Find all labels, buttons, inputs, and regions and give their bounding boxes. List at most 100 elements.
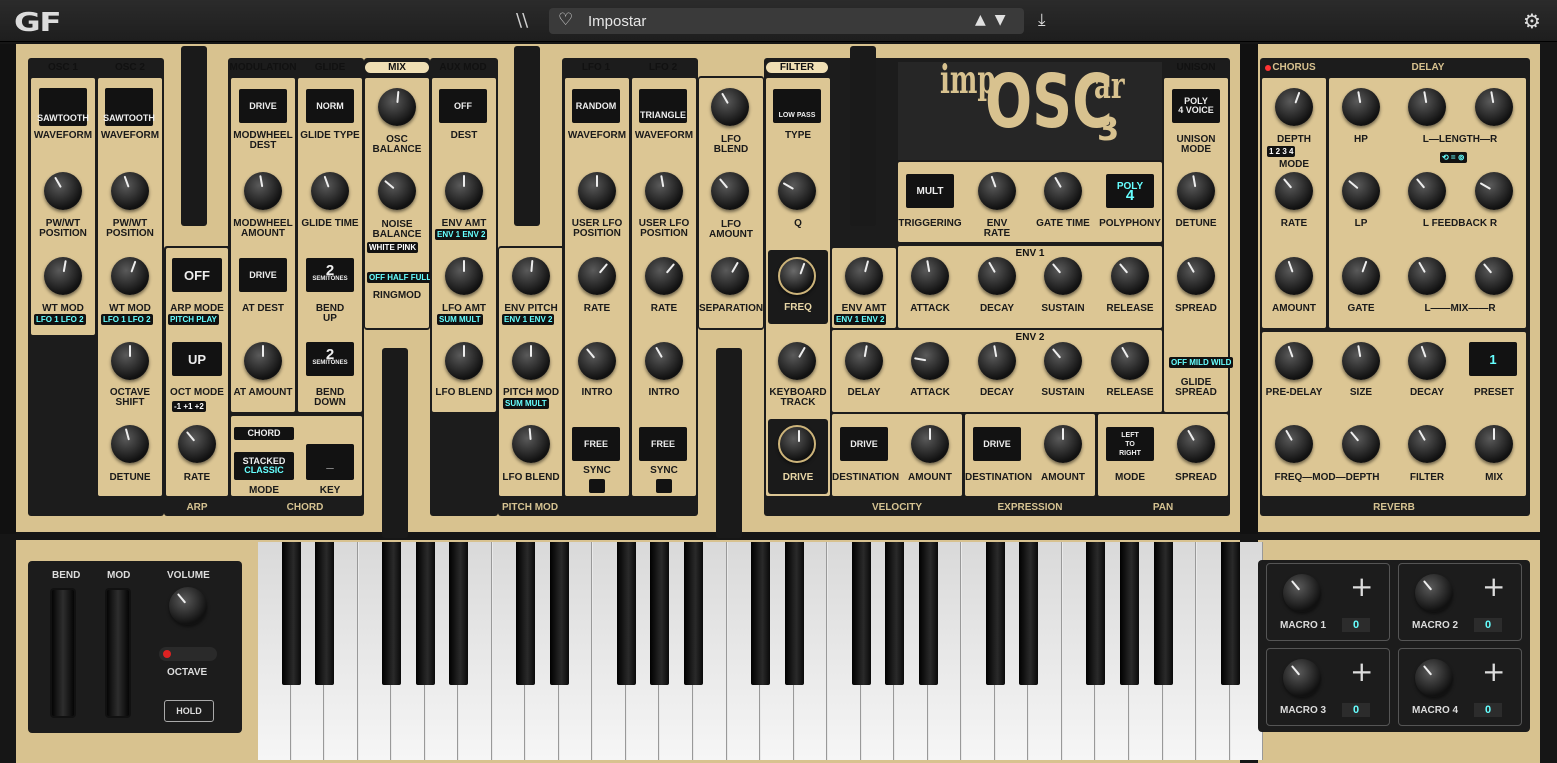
env1-release-knob[interactable]: [1111, 257, 1149, 295]
preset-prev-next-icon[interactable]: ▲▼: [975, 12, 1015, 28]
lfo-blend-knob[interactable]: [711, 88, 749, 126]
piano-keyboard[interactable]: [258, 542, 1264, 760]
pan-spread-knob[interactable]: [1177, 425, 1215, 463]
delay-hp-knob[interactable]: [1342, 88, 1380, 126]
delay-feedback-l-knob[interactable]: [1408, 172, 1446, 210]
lfo1-user-pos-knob[interactable]: [578, 172, 616, 210]
filter-env-tags[interactable]: ENV 1 ENV 2: [834, 314, 887, 325]
macro-1-knob[interactable]: [1283, 574, 1321, 612]
lfo2-intro-knob[interactable]: [645, 342, 683, 380]
pitch-bend-wheel[interactable]: [50, 588, 76, 718]
arp-mode-selector[interactable]: OFF: [172, 258, 222, 292]
env1-attack-knob[interactable]: [911, 257, 949, 295]
reverb-freq-knob[interactable]: [1275, 425, 1313, 463]
delay-mix-r-knob[interactable]: [1475, 257, 1513, 295]
library-icon[interactable]: \\: [516, 10, 534, 31]
osc2-wtmod-tags[interactable]: LFO 1 LFO 2: [101, 314, 153, 325]
black-key[interactable]: [918, 542, 938, 685]
black-key[interactable]: [784, 542, 804, 685]
ringmod-tags[interactable]: OFF HALF FULL: [367, 272, 434, 283]
separation-knob[interactable]: [711, 257, 749, 295]
glide-time-knob[interactable]: [311, 172, 349, 210]
preset-name[interactable]: Impostar: [588, 13, 646, 30]
lfo-amount-knob[interactable]: [711, 172, 749, 210]
black-key[interactable]: [281, 542, 301, 685]
lfo1-waveform-selector[interactable]: RANDOM: [572, 89, 620, 123]
pitch-lfo-blend-knob[interactable]: [512, 425, 550, 463]
unison-detune-knob[interactable]: [1177, 172, 1215, 210]
black-key[interactable]: [751, 542, 771, 685]
noise-balance-knob[interactable]: [378, 172, 416, 210]
lfo2-keysync-icon[interactable]: [656, 479, 672, 493]
black-key[interactable]: [516, 542, 536, 685]
auxmod-lfo-amt-knob[interactable]: [445, 257, 483, 295]
lfo2-user-pos-knob[interactable]: [645, 172, 683, 210]
reverb-decay-knob[interactable]: [1408, 342, 1446, 380]
reverb-predelay-knob[interactable]: [1275, 342, 1313, 380]
arp-oct-selector[interactable]: UP: [172, 342, 222, 376]
osc-balance-knob[interactable]: [378, 88, 416, 126]
osc1-waveform-selector[interactable]: SAWTOOTH: [37, 88, 89, 126]
env-rate-knob[interactable]: [978, 172, 1016, 210]
auxmod-dest-selector[interactable]: OFF: [439, 89, 487, 123]
auxmod-env-tags[interactable]: ENV 1 ENV 2: [435, 229, 488, 240]
delay-gate-knob[interactable]: [1342, 257, 1380, 295]
black-key[interactable]: [382, 542, 402, 685]
chord-key-selector[interactable]: _: [306, 444, 354, 480]
lfo1-sync-selector[interactable]: FREE: [572, 427, 620, 461]
delay-lp-knob[interactable]: [1342, 172, 1380, 210]
gate-time-knob[interactable]: [1044, 172, 1082, 210]
arp-rate-knob[interactable]: [178, 425, 216, 463]
chorus-rate-knob[interactable]: [1275, 172, 1313, 210]
delay-mix-l-knob[interactable]: [1408, 257, 1446, 295]
filter-type-selector[interactable]: LOW PASS: [773, 89, 821, 123]
expression-dest-selector[interactable]: DRIVE: [973, 427, 1021, 461]
modwheel-amount-knob[interactable]: [244, 172, 282, 210]
osc1-pw-knob[interactable]: [44, 172, 82, 210]
chorus-mode-tags[interactable]: 1 2 3 4: [1267, 146, 1296, 157]
triggering-selector[interactable]: MULT: [906, 174, 954, 208]
lfo2-rate-knob[interactable]: [645, 257, 683, 295]
glide-type-selector[interactable]: NORM: [306, 89, 354, 123]
macro-1-value[interactable]: 0: [1342, 618, 1370, 632]
black-key[interactable]: [549, 542, 569, 685]
chorus-amount-knob[interactable]: [1275, 257, 1313, 295]
bend-down-selector[interactable]: 2 SEMITONES: [306, 342, 354, 376]
black-key[interactable]: [415, 542, 435, 685]
reverb-mix-knob[interactable]: [1475, 425, 1513, 463]
filter-freq-knob[interactable]: [778, 257, 816, 295]
macro-4-knob[interactable]: [1415, 659, 1453, 697]
chord-title[interactable]: CHORD: [234, 427, 294, 440]
macro-2-assign-icon[interactable]: +: [1482, 570, 1505, 603]
expression-amount-knob[interactable]: [1044, 425, 1082, 463]
chorus-depth-knob[interactable]: [1275, 88, 1313, 126]
osc2-octave-knob[interactable]: [111, 342, 149, 380]
pitch-mod-tags[interactable]: SUM MULT: [503, 398, 549, 409]
osc2-waveform-selector[interactable]: SAWTOOTH: [103, 88, 155, 126]
env2-decay-knob[interactable]: [978, 342, 1016, 380]
black-key[interactable]: [1086, 542, 1106, 685]
osc2-detune-knob[interactable]: [111, 425, 149, 463]
black-key[interactable]: [1119, 542, 1139, 685]
keyboard-track-knob[interactable]: [778, 342, 816, 380]
black-key[interactable]: [650, 542, 670, 685]
pitch-mod-knob[interactable]: [512, 342, 550, 380]
filter-q-knob[interactable]: [778, 172, 816, 210]
arp-mode-tags[interactable]: PITCH PLAY: [168, 314, 219, 325]
black-key[interactable]: [449, 542, 469, 685]
auxmod-env-amt-knob[interactable]: [445, 172, 483, 210]
lfo2-sync-selector[interactable]: FREE: [639, 427, 687, 461]
env1-sustain-knob[interactable]: [1044, 257, 1082, 295]
mod-wheel[interactable]: [105, 588, 131, 718]
modwheel-dest-selector[interactable]: DRIVE: [239, 89, 287, 123]
black-key[interactable]: [1153, 542, 1173, 685]
macro-3-knob[interactable]: [1283, 659, 1321, 697]
macro-2-value[interactable]: 0: [1474, 618, 1502, 632]
black-key[interactable]: [885, 542, 905, 685]
env-pitch-knob[interactable]: [512, 257, 550, 295]
glide-spread-tags[interactable]: OFF MILD WILD: [1169, 357, 1234, 368]
at-amount-knob[interactable]: [244, 342, 282, 380]
osc2-pw-knob[interactable]: [111, 172, 149, 210]
osc1-wtmod-knob[interactable]: [44, 257, 82, 295]
velocity-dest-selector[interactable]: DRIVE: [840, 427, 888, 461]
